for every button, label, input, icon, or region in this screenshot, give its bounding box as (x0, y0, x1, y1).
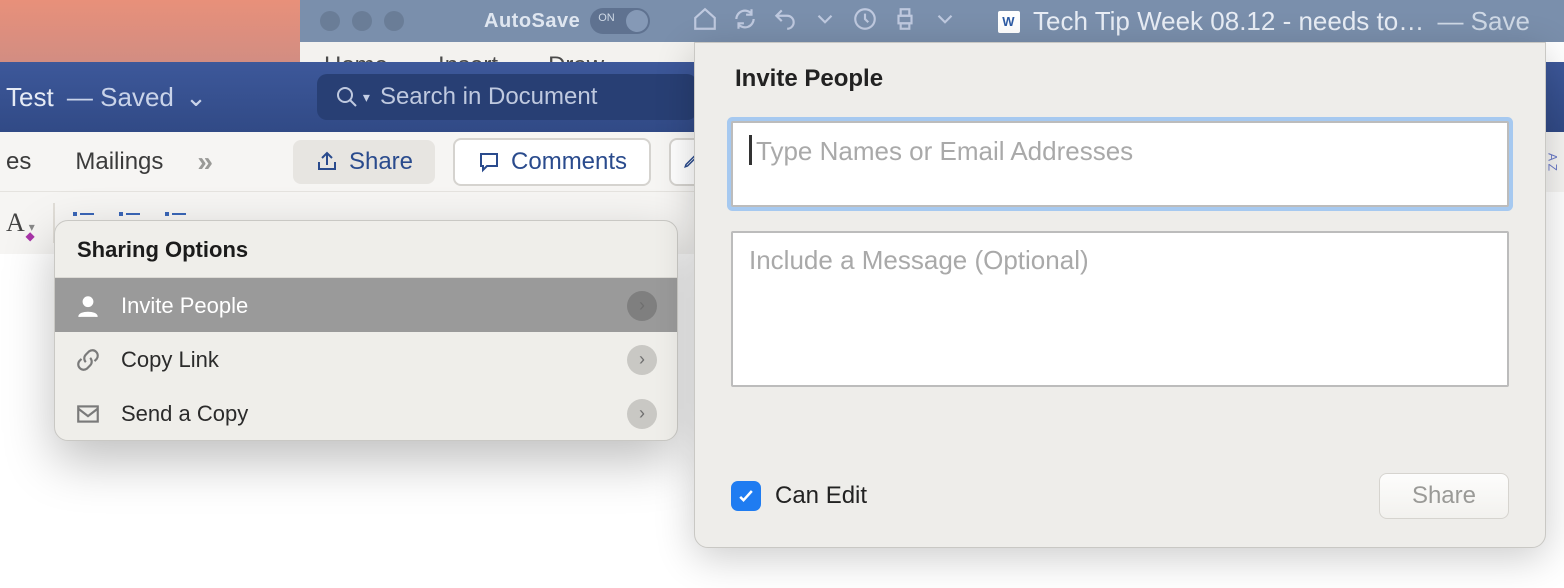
chevron-down-icon[interactable]: ⌄ (185, 82, 207, 112)
chevron-down-icon[interactable] (812, 6, 838, 37)
autosave-label: AutoSave (484, 10, 580, 33)
print-icon[interactable] (892, 6, 918, 37)
share-icon (315, 150, 339, 174)
autosave-toggle[interactable] (590, 8, 650, 34)
chevron-right-icon: › (627, 345, 657, 375)
share-submit-button[interactable]: Share (1379, 473, 1509, 519)
sharing-options-popover: Sharing Options Invite People › Copy Lin… (54, 220, 678, 441)
share-button[interactable]: Share (293, 140, 435, 184)
background-window-titlebar: AutoSave Tech Tip Week 08.12 - needs to…… (300, 0, 1564, 42)
link-icon (75, 347, 101, 373)
sharing-option-copy-link[interactable]: Copy Link › (55, 332, 677, 386)
checkbox-checked-icon (731, 481, 761, 511)
sharing-option-invite-people[interactable]: Invite People › (55, 278, 677, 332)
history-icon[interactable] (852, 6, 878, 37)
popover-arrow-icon (675, 291, 678, 323)
traffic-light-minimize-icon (352, 11, 372, 31)
font-color-button[interactable]: A◆ (6, 208, 25, 238)
search-input[interactable]: ▾ Search in Document (317, 74, 697, 120)
background-app-fragment (0, 0, 300, 62)
home-icon[interactable] (692, 6, 718, 37)
doc-title: Test — Saved ⌄ (6, 82, 207, 113)
word-doc-icon (998, 11, 1020, 33)
background-doc-title: Tech Tip Week 08.12 - needs to… — Save (998, 6, 1530, 37)
names-placeholder: Type Names or Email Addresses (756, 136, 1133, 166)
can-edit-checkbox[interactable]: Can Edit (731, 481, 867, 511)
panel-title: Invite People (695, 43, 1545, 115)
chevron-right-icon: › (627, 399, 657, 429)
invite-people-panel: Invite People Type Names or Email Addres… (694, 42, 1546, 548)
envelope-icon (75, 401, 101, 427)
text-cursor-icon (749, 135, 752, 165)
sync-icon[interactable] (732, 6, 758, 37)
chevron-right-icon: › (627, 291, 657, 321)
undo-icon[interactable] (772, 6, 798, 37)
comment-icon (477, 150, 501, 174)
search-icon (335, 85, 359, 109)
sharing-option-send-copy[interactable]: Send a Copy › (55, 386, 677, 440)
tab-partial[interactable]: es (0, 142, 51, 182)
chevron-down-icon[interactable]: ▾ (363, 89, 370, 106)
comments-button[interactable]: Comments (453, 138, 651, 186)
tab-mailings[interactable]: Mailings (51, 142, 187, 182)
person-icon (75, 293, 101, 319)
message-input[interactable]: Include a Message (Optional) (731, 231, 1509, 387)
message-placeholder: Include a Message (Optional) (749, 245, 1089, 275)
tabs-overflow-icon[interactable]: » (187, 146, 223, 178)
chevron-down-icon[interactable] (932, 6, 958, 37)
traffic-light-close-icon (320, 11, 340, 31)
names-input[interactable]: Type Names or Email Addresses (731, 121, 1509, 207)
search-placeholder: Search in Document (380, 83, 597, 111)
traffic-light-zoom-icon (384, 11, 404, 31)
popover-title: Sharing Options (55, 221, 677, 278)
